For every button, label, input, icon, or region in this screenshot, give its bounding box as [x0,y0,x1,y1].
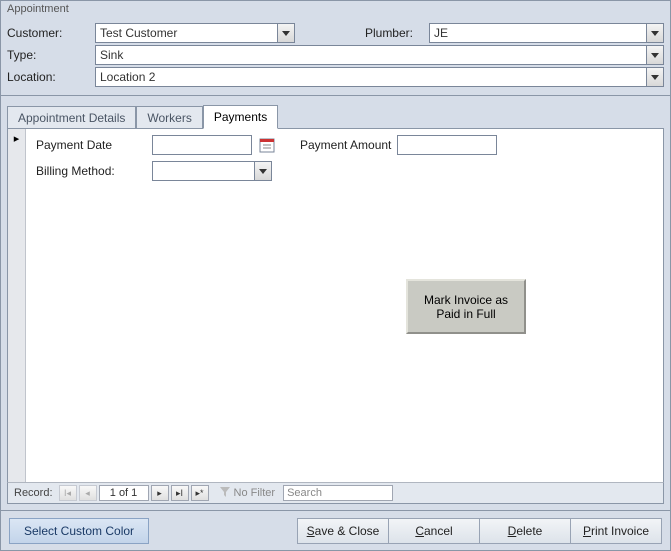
bottom-bar: Select Custom Color Save & Close Cancel … [1,510,670,550]
dropdown-icon[interactable] [646,24,663,42]
payment-amount-input[interactable] [397,135,497,155]
customer-value: Test Customer [96,24,277,42]
plumber-label: Plumber: [323,26,413,40]
record-selector[interactable]: ▸ [8,129,26,497]
calendar-icon[interactable] [258,136,276,154]
panel-body: Payment Date Payment Amount Bill [26,129,663,497]
record-position[interactable]: 1 of 1 [99,485,149,501]
tab-row: Appointment Details Workers Payments [7,104,664,128]
nav-last-button[interactable]: ▸I [171,485,189,501]
billing-method-combo[interactable] [152,161,272,181]
current-record-marker-icon: ▸ [8,129,25,147]
payment-date-label: Payment Date [36,138,146,152]
tab-appointment-details[interactable]: Appointment Details [7,106,136,129]
type-label: Type: [7,48,87,62]
plumber-value: JE [430,24,646,42]
tab-workers[interactable]: Workers [136,106,202,129]
dropdown-icon[interactable] [254,162,271,180]
payment-amount-label: Payment Amount [300,138,391,152]
select-custom-color-button[interactable]: Select Custom Color [9,518,149,544]
dropdown-icon[interactable] [646,46,663,64]
search-input[interactable]: Search [283,485,393,501]
filter-indicator[interactable]: No Filter [219,486,276,501]
cancel-button[interactable]: Cancel [388,518,480,544]
location-value: Location 2 [96,68,646,86]
window-title: Appointment [1,1,670,19]
payment-date-input[interactable] [152,135,252,155]
delete-button[interactable]: Delete [479,518,571,544]
save-close-button[interactable]: Save & Close [297,518,389,544]
form-header: Customer: Test Customer Plumber: JE Type… [1,19,670,96]
nav-next-button[interactable]: ▸ [151,485,169,501]
payments-panel: ▸ Payment Date Payment Amount [7,128,664,498]
nav-first-button[interactable]: I◂ [59,485,77,501]
dropdown-icon[interactable] [277,24,294,42]
tabs-area: Appointment Details Workers Payments ▸ P… [7,104,664,498]
appointment-window: Appointment Customer: Test Customer Plum… [0,0,671,551]
filter-icon [219,486,231,501]
dropdown-icon[interactable] [646,68,663,86]
record-label: Record: [10,487,57,499]
nav-prev-button[interactable]: ◂ [79,485,97,501]
record-navigator: Record: I◂ ◂ 1 of 1 ▸ ▸I ▸* No Filter Se… [7,482,664,504]
type-value: Sink [96,46,646,64]
plumber-combo[interactable]: JE [429,23,664,43]
location-label: Location: [7,70,87,84]
mark-paid-button[interactable]: Mark Invoice as Paid in Full [406,279,526,334]
customer-label: Customer: [7,26,87,40]
location-combo[interactable]: Location 2 [95,67,664,87]
no-filter-text: No Filter [234,487,276,499]
tab-payments[interactable]: Payments [203,105,278,129]
customer-combo[interactable]: Test Customer [95,23,295,43]
type-combo[interactable]: Sink [95,45,664,65]
print-invoice-button[interactable]: Print Invoice [570,518,662,544]
billing-method-value [153,162,254,180]
nav-new-button[interactable]: ▸* [191,485,209,501]
billing-method-label: Billing Method: [36,164,146,178]
